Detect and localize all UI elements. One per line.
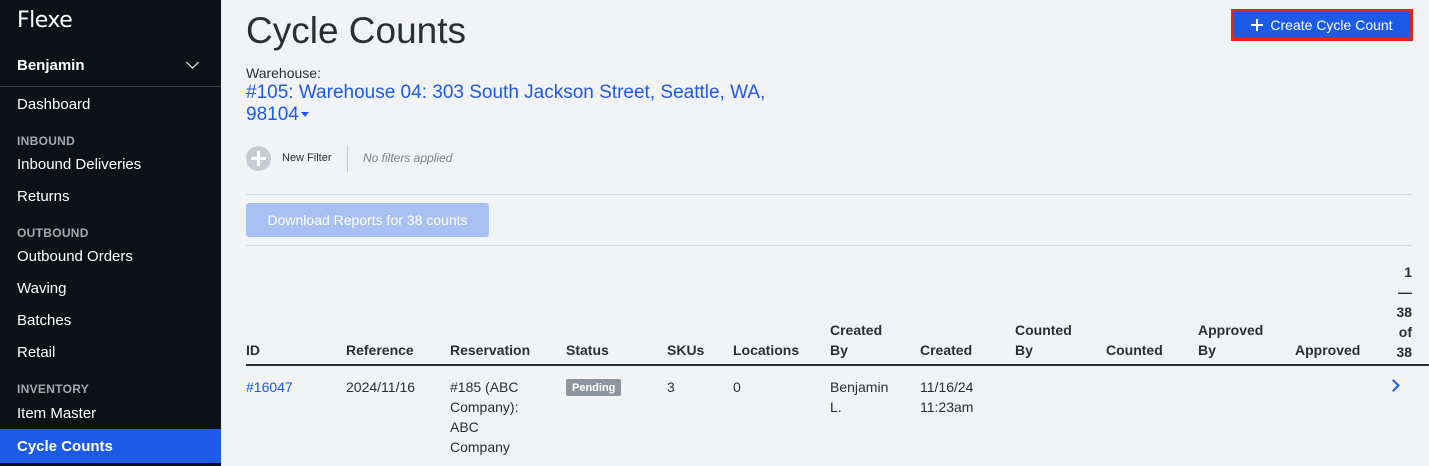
- download-reports-button[interactable]: Download Reports for 38 counts: [246, 203, 489, 237]
- sidebar-item-waving[interactable]: Waving: [0, 272, 221, 304]
- sidebar-item-batches[interactable]: Batches: [0, 304, 221, 336]
- sidebar-section-inventory: INVENTORY: [17, 382, 90, 396]
- warehouse-value: #105: Warehouse 04: 303 South Jackson St…: [246, 82, 766, 125]
- pagination-indicator: 1 — 38 of 38: [1380, 262, 1412, 362]
- row-reservation: #185 (ABC Company): ABC Company: [450, 377, 518, 457]
- row-reservation-line3: ABC: [450, 419, 479, 435]
- row-created-time: 11:23am: [920, 399, 974, 415]
- sidebar-item-cycle-counts[interactable]: Cycle Counts: [0, 429, 221, 463]
- column-header-counted-by-line2: By: [1015, 342, 1033, 358]
- divider: [246, 245, 1412, 246]
- column-header-approved-by-line1: Approved: [1198, 322, 1264, 338]
- row-reference: 2024/11/16: [346, 379, 416, 395]
- sidebar: Flexe Benjamin Dashboard INBOUND Inbound…: [0, 0, 221, 466]
- sidebar-item-dashboard[interactable]: Dashboard: [0, 88, 221, 120]
- sidebar-item-item-master[interactable]: Item Master: [0, 397, 221, 429]
- chevron-right-icon[interactable]: [1387, 379, 1400, 392]
- column-header-counted-by-line1: Counted: [1015, 322, 1072, 338]
- column-header-created[interactable]: Created: [920, 340, 972, 360]
- row-created-by: Benjamin L.: [830, 377, 888, 417]
- create-cycle-count-button[interactable]: Create Cycle Count: [1231, 9, 1413, 41]
- sidebar-item-retail[interactable]: Retail: [0, 336, 221, 368]
- row-created-by-line2: L.: [830, 399, 842, 415]
- row-created-by-line1: Benjamin: [830, 379, 889, 395]
- page-title: Cycle Counts: [246, 10, 467, 51]
- new-filter-button[interactable]: New Filter: [282, 152, 332, 164]
- row-reservation-line2: Company):: [450, 399, 519, 415]
- row-skus: 3: [667, 379, 675, 395]
- pagination-end: 38: [1396, 304, 1412, 320]
- user-name: Benjamin: [17, 56, 85, 74]
- column-header-created-by[interactable]: Created By: [830, 320, 882, 360]
- sidebar-section-inbound: INBOUND: [17, 134, 76, 148]
- create-cycle-count-label: Create Cycle Count: [1270, 17, 1393, 33]
- column-header-approved-by-line2: By: [1198, 342, 1216, 358]
- row-reservation-line1: #185 (ABC: [450, 379, 519, 395]
- pagination-start: 1: [1404, 264, 1412, 280]
- pagination-dash: —: [1398, 284, 1412, 300]
- row-locations: 0: [733, 379, 741, 395]
- row-created: 11/16/24 11:23am: [920, 377, 973, 417]
- sidebar-item-outbound-orders[interactable]: Outbound Orders: [0, 240, 221, 272]
- row-id-link[interactable]: #16047: [246, 377, 293, 397]
- column-header-id[interactable]: ID: [246, 340, 260, 360]
- column-header-skus[interactable]: SKUs: [667, 340, 704, 360]
- add-filter-icon[interactable]: [246, 146, 271, 171]
- column-header-approved-by[interactable]: Approved By: [1198, 320, 1263, 360]
- column-header-created-by-line2: By: [830, 342, 848, 358]
- chevron-down-icon: [186, 56, 199, 69]
- table-header-divider: [246, 364, 1429, 366]
- column-header-approved[interactable]: Approved: [1295, 340, 1360, 360]
- column-header-reservation[interactable]: Reservation: [450, 340, 530, 360]
- user-menu[interactable]: Benjamin: [0, 44, 221, 87]
- status-badge: Pending: [566, 379, 622, 396]
- caret-down-icon: [300, 112, 309, 118]
- column-header-counted-by[interactable]: Counted By: [1015, 320, 1072, 360]
- row-reservation-line4: Company: [450, 439, 510, 455]
- column-header-status[interactable]: Status: [566, 340, 609, 360]
- no-filters-text: No filters applied: [363, 151, 453, 165]
- sidebar-item-returns[interactable]: Returns: [0, 180, 221, 212]
- sidebar-item-inbound-deliveries[interactable]: Inbound Deliveries: [0, 148, 221, 180]
- pagination-of: of: [1398, 324, 1412, 340]
- column-header-counted[interactable]: Counted: [1106, 340, 1163, 360]
- filter-divider: [347, 145, 348, 172]
- divider: [246, 194, 1412, 195]
- pagination-total: 38: [1396, 344, 1412, 360]
- flexe-logo: Flexe: [17, 8, 73, 33]
- warehouse-label: Warehouse:: [246, 65, 321, 81]
- sidebar-section-outbound: OUTBOUND: [17, 226, 89, 240]
- plus-icon: [1251, 19, 1264, 31]
- warehouse-selector[interactable]: #105: Warehouse 04: 303 South Jackson St…: [246, 82, 806, 126]
- column-header-reference[interactable]: Reference: [346, 340, 414, 360]
- row-created-date: 11/16/24: [920, 379, 974, 395]
- column-header-locations[interactable]: Locations: [733, 340, 799, 360]
- column-header-created-by-line1: Created: [830, 322, 883, 338]
